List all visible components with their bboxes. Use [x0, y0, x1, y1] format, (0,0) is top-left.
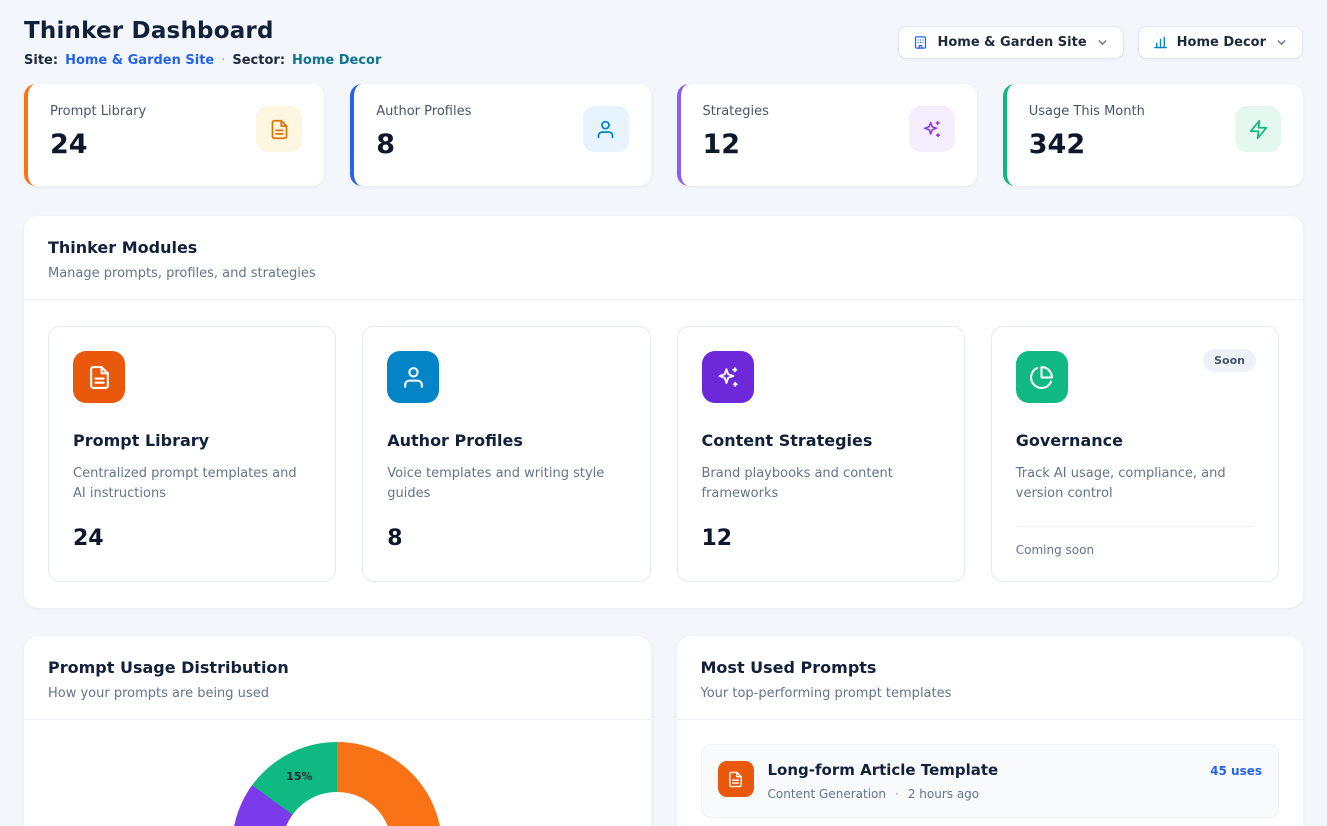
prompt-title: Long-form Article Template — [768, 761, 999, 779]
modules-panel-title: Thinker Modules — [48, 238, 1279, 257]
person-icon — [387, 351, 439, 403]
stat-label: Usage This Month — [1029, 104, 1145, 119]
stat-label: Prompt Library — [50, 104, 146, 119]
module-count: 12 — [702, 526, 940, 551]
module-description: Brand playbooks and content frameworks — [702, 464, 940, 504]
site-selector-dropdown[interactable]: Home & Garden Site — [898, 26, 1123, 59]
topbar: Thinker Dashboard Site: Home & Garden Si… — [24, 18, 1303, 68]
modules-grid: Prompt Library Centralized prompt templa… — [24, 300, 1303, 608]
module-card-prompt-library[interactable]: Prompt Library Centralized prompt templa… — [48, 326, 336, 582]
bottom-row: Prompt Usage Distribution How your promp… — [24, 636, 1303, 826]
stat-card-usage: Usage This Month 342 — [1003, 84, 1303, 186]
stat-value: 24 — [50, 129, 146, 160]
breadcrumb: Site: Home & Garden Site · Sector: Home … — [24, 53, 381, 68]
person-icon — [583, 106, 629, 152]
chevron-down-icon — [1096, 36, 1109, 49]
module-description: Voice templates and writing style guides — [387, 464, 625, 504]
dashboard-page: Thinker Dashboard Site: Home & Garden Si… — [0, 0, 1327, 826]
bar-chart-icon — [1153, 35, 1168, 50]
donut-hole — [282, 792, 392, 826]
stat-value: 8 — [376, 129, 471, 160]
list-item-long-form-article[interactable]: Long-form Article Template 45 uses Conte… — [701, 744, 1280, 818]
modules-panel-subtitle: Manage prompts, profiles, and strategies — [48, 266, 1279, 281]
header-block: Thinker Dashboard Site: Home & Garden Si… — [24, 18, 381, 68]
module-description: Centralized prompt templates and AI inst… — [73, 464, 311, 504]
usage-card-title: Prompt Usage Distribution — [48, 658, 627, 677]
sector-link[interactable]: Home Decor — [292, 53, 381, 68]
document-icon — [718, 761, 754, 797]
lightning-icon — [1235, 106, 1281, 152]
chevron-down-icon — [1275, 36, 1288, 49]
stat-value: 342 — [1029, 129, 1145, 160]
meta-separator: · — [895, 787, 899, 801]
building-icon — [913, 35, 928, 50]
prompt-category: Content Generation — [768, 787, 886, 801]
header-selectors: Home & Garden Site Home Decor — [898, 26, 1303, 59]
breadcrumb-separator: · — [221, 53, 225, 68]
sector-label: Sector: — [232, 53, 285, 68]
module-count: 8 — [387, 526, 625, 551]
page-title: Thinker Dashboard — [24, 18, 381, 44]
prompt-list: Long-form Article Template 45 uses Conte… — [677, 720, 1304, 826]
prompt-meta: Content Generation · 2 hours ago — [768, 787, 1263, 801]
module-title: Prompt Library — [73, 431, 311, 450]
document-icon — [256, 106, 302, 152]
uses-badge: 45 uses — [1210, 764, 1262, 778]
most-used-title: Most Used Prompts — [701, 658, 1280, 677]
stat-value: 12 — [703, 129, 769, 160]
stat-card-author-profiles: Author Profiles 8 — [350, 84, 650, 186]
donut-chart: 15% — [232, 742, 442, 826]
document-icon — [73, 351, 125, 403]
sector-selector-dropdown[interactable]: Home Decor — [1138, 26, 1303, 59]
module-card-governance[interactable]: Soon Governance Track AI usage, complian… — [991, 326, 1279, 582]
sparkle-star-icon — [702, 351, 754, 403]
site-selector-value: Home & Garden Site — [937, 35, 1086, 50]
prompt-usage-card: Prompt Usage Distribution How your promp… — [24, 636, 651, 826]
chart-area: 15% — [24, 720, 651, 826]
module-description: Track AI usage, compliance, and version … — [1016, 464, 1254, 504]
usage-card-header: Prompt Usage Distribution How your promp… — [24, 636, 651, 719]
donut-slice-label: 15% — [286, 770, 312, 783]
modules-panel-header: Thinker Modules Manage prompts, profiles… — [24, 216, 1303, 299]
coming-soon-text: Coming soon — [1016, 526, 1254, 557]
sector-selector-value: Home Decor — [1177, 35, 1266, 50]
usage-card-subtitle: How your prompts are being used — [48, 686, 627, 701]
module-card-author-profiles[interactable]: Author Profiles Voice templates and writ… — [362, 326, 650, 582]
stat-card-strategies: Strategies 12 — [677, 84, 977, 186]
stat-card-prompt-library: Prompt Library 24 — [24, 84, 324, 186]
module-card-content-strategies[interactable]: Content Strategies Brand playbooks and c… — [677, 326, 965, 582]
thinker-modules-panel: Thinker Modules Manage prompts, profiles… — [24, 216, 1303, 608]
pie-chart-icon — [1016, 351, 1068, 403]
prompt-time: 2 hours ago — [908, 787, 979, 801]
module-title: Governance — [1016, 431, 1254, 450]
module-title: Author Profiles — [387, 431, 625, 450]
module-count: 24 — [73, 526, 311, 551]
stat-label: Strategies — [703, 104, 769, 119]
soon-badge: Soon — [1203, 349, 1256, 372]
stat-label: Author Profiles — [376, 104, 471, 119]
most-used-header: Most Used Prompts Your top-performing pr… — [677, 636, 1304, 719]
sparkle-star-icon — [909, 106, 955, 152]
module-title: Content Strategies — [702, 431, 940, 450]
site-link[interactable]: Home & Garden Site — [65, 53, 214, 68]
most-used-prompts-card: Most Used Prompts Your top-performing pr… — [677, 636, 1304, 826]
stats-row: Prompt Library 24 Author Profiles 8 Stra… — [24, 84, 1303, 186]
most-used-subtitle: Your top-performing prompt templates — [701, 686, 1280, 701]
site-label: Site: — [24, 53, 58, 68]
